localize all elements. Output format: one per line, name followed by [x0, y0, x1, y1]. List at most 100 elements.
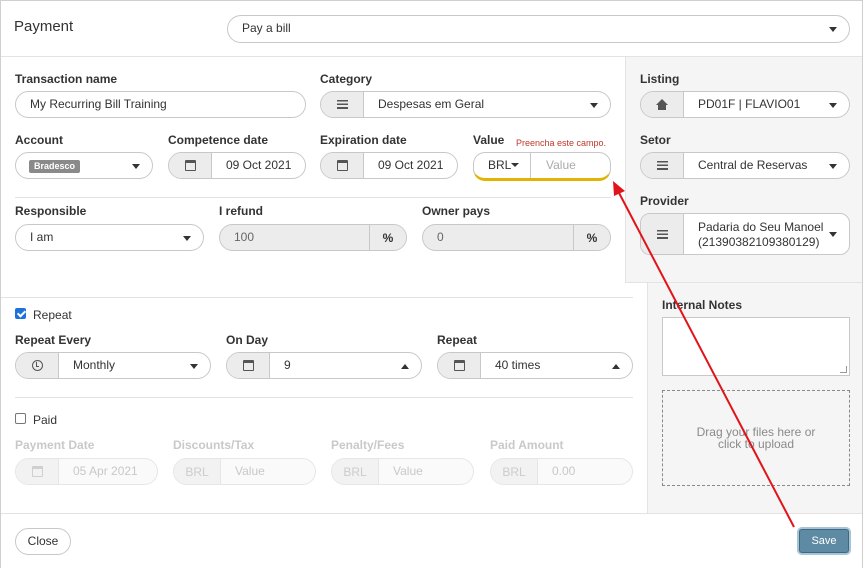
discounts-input[interactable]: BRL Value — [173, 458, 316, 485]
chevron-down-icon — [590, 103, 598, 108]
dropzone-text: Drag your files here or click to upload — [696, 425, 816, 451]
repeat-every-value: Monthly — [73, 358, 116, 372]
discounts-currency: BRL — [174, 459, 221, 484]
owner-pays-value: 0 — [437, 230, 444, 244]
paid-checkbox[interactable] — [15, 413, 26, 424]
category-label: Category — [320, 72, 373, 86]
penalty-currency: BRL — [332, 459, 379, 484]
responsible-select[interactable]: I am — [15, 224, 204, 251]
listing-value: PD01F | FLAVIO01 — [698, 97, 801, 111]
provider-select[interactable]: Padaria do Seu Manoel (21390382109380129… — [640, 213, 850, 255]
i-refund-input[interactable]: 100 % — [219, 224, 407, 251]
chevron-up-icon — [612, 364, 620, 369]
on-day-label: On Day — [226, 333, 269, 347]
responsible-label: Responsible — [15, 204, 87, 218]
payment-date-label: Payment Date — [15, 438, 95, 452]
transaction-name-value: My Recurring Bill Training — [30, 97, 167, 111]
payment-modal: Payment Pay a bill Transaction name My R… — [0, 0, 863, 568]
account-label: Account — [15, 133, 63, 147]
modal-title: Payment — [14, 18, 74, 35]
payment-type-value: Pay a bill — [242, 21, 291, 35]
calendar-icon — [16, 459, 59, 484]
modal-footer — [1, 513, 862, 568]
repeat-times-stepper[interactable]: 40 times — [437, 352, 633, 379]
provider-line2: (21390382109380129) — [698, 235, 820, 249]
transaction-name-input[interactable]: My Recurring Bill Training — [15, 91, 306, 118]
owner-pays-input[interactable]: 0 % — [422, 224, 611, 251]
chevron-down-icon — [183, 236, 191, 241]
setor-label: Setor — [640, 133, 671, 147]
home-icon — [641, 92, 684, 117]
list-icon — [321, 92, 364, 117]
close-button[interactable]: Close — [15, 528, 71, 555]
paid-amount-currency: BRL — [491, 459, 538, 484]
divider — [15, 397, 633, 398]
i-refund-value: 100 — [234, 230, 255, 244]
percent-addon: % — [573, 225, 610, 250]
category-value: Despesas em Geral — [378, 97, 485, 111]
penalty-placeholder: Value — [393, 464, 423, 478]
setor-select[interactable]: Central de Reservas — [640, 152, 850, 179]
discounts-placeholder: Value — [235, 464, 265, 478]
clock-icon — [16, 353, 59, 378]
penalty-input[interactable]: BRL Value — [331, 458, 474, 485]
chevron-down-icon — [190, 364, 198, 369]
responsible-value: I am — [30, 230, 54, 244]
chevron-down-icon — [829, 164, 837, 169]
competence-date-value: 09 Oct 2021 — [226, 158, 292, 172]
paid-amount-input[interactable]: BRL 0.00 — [490, 458, 633, 485]
calendar-icon — [169, 153, 212, 178]
repeat-times-label: Repeat — [437, 333, 478, 347]
chevron-up-icon — [401, 364, 409, 369]
divider — [1, 297, 633, 298]
repeat-times-value: 40 times — [495, 358, 541, 372]
percent-addon: % — [369, 225, 406, 250]
expiration-date-value: 09 Oct 2021 — [378, 158, 444, 172]
setor-value: Central de Reservas — [698, 158, 808, 172]
repeat-every-select[interactable]: Monthly — [15, 352, 211, 379]
file-dropzone[interactable]: Drag your files here or click to upload — [662, 390, 850, 486]
provider-label: Provider — [640, 194, 689, 208]
listing-label: Listing — [640, 72, 680, 86]
chevron-down-icon — [132, 164, 140, 169]
chevron-down-icon — [829, 232, 837, 237]
value-input-group: BRL Value — [473, 152, 611, 181]
payment-date-value: 05 Apr 2021 — [73, 464, 138, 478]
save-button[interactable]: Save — [799, 529, 849, 553]
penalty-label: Penalty/Fees — [331, 438, 405, 452]
chevron-down-icon — [511, 163, 519, 167]
discounts-label: Discounts/Tax — [173, 438, 255, 452]
repeat-checkbox-label: Repeat — [33, 308, 72, 322]
currency-select[interactable]: BRL — [474, 153, 531, 178]
on-day-stepper[interactable]: 9 — [226, 352, 422, 379]
expiration-date-input[interactable]: 09 Oct 2021 — [320, 152, 458, 179]
chevron-down-icon — [829, 103, 837, 108]
on-day-value: 9 — [284, 358, 291, 372]
validation-message: Preencha este campo. — [516, 138, 607, 148]
paid-amount-value: 0.00 — [552, 464, 576, 478]
calendar-icon — [438, 353, 481, 378]
competence-date-input[interactable]: 09 Oct 2021 — [168, 152, 306, 179]
payment-date-input[interactable]: 05 Apr 2021 — [15, 458, 158, 485]
chevron-down-icon — [829, 27, 837, 32]
internal-notes-label: Internal Notes — [662, 298, 743, 312]
calendar-icon — [227, 353, 270, 378]
list-icon — [641, 214, 684, 254]
provider-line1: Padaria do Seu Manoel — [698, 220, 824, 234]
account-select[interactable]: Bradesco — [15, 152, 153, 179]
calendar-icon — [321, 153, 364, 178]
payment-type-select[interactable]: Pay a bill — [227, 15, 850, 43]
listing-select[interactable]: PD01F | FLAVIO01 — [640, 91, 850, 118]
account-badge: Bradesco — [29, 160, 81, 173]
owner-pays-label: Owner pays — [422, 204, 491, 218]
internal-notes-textarea[interactable] — [662, 317, 850, 376]
transaction-name-label: Transaction name — [15, 72, 118, 86]
value-input[interactable]: Value — [546, 153, 576, 177]
i-refund-label: I refund — [219, 204, 263, 218]
paid-checkbox-label: Paid — [33, 413, 58, 427]
repeat-every-label: Repeat Every — [15, 333, 92, 347]
paid-amount-label: Paid Amount — [490, 438, 564, 452]
divider — [15, 197, 611, 198]
repeat-checkbox[interactable] — [15, 308, 26, 319]
category-select[interactable]: Despesas em Geral — [320, 91, 611, 118]
